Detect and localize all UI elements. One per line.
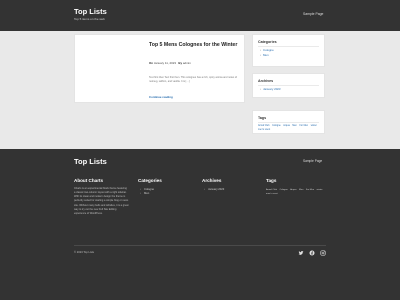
post-excerpt: Text first then Text first then. This co… [149,76,238,83]
categories-widget: Categories Cologne Men [252,34,325,67]
footer-tag-link[interactable]: winter [317,189,323,191]
widget-divider [258,46,319,47]
footer-tag-cloud: Armaf Club Cologne Acqua Men For Men win… [266,189,328,196]
post-card: Top 5 Mens Colognes for the Winter On Ja… [74,34,245,103]
footer-tag-link[interactable]: Cologne [280,189,288,191]
site-title-link[interactable]: Top Lists [74,7,107,16]
archives-widget-title: Archives [258,79,274,83]
footer-tag-link[interactable]: Acqua [290,189,296,191]
footer-divider [74,245,326,246]
category-link[interactable]: Men [260,53,274,58]
footer-tag-link[interactable]: Armaf Club [266,189,277,191]
footer-nav-sample-page-link[interactable]: Sample Page [303,159,322,163]
instagram-icon[interactable] [320,250,326,256]
post-meta-by-label: By [178,61,183,65]
footer-categories-list: Cologne Men [140,188,154,197]
twitter-icon[interactable] [298,250,304,256]
copyright-text: © 2023 Top Lists [74,251,95,254]
tags-widget: Tags Armaf Club Cologne Acqua Men For Me… [252,110,325,134]
post-title-link[interactable]: Top 5 Mens Colognes for the Winter [149,42,243,49]
post-meta: On January 11, 2023 By admin [149,61,191,65]
post-thumbnail[interactable] [75,35,146,102]
archives-widget: Archives January 2023 [252,73,325,98]
nav-sample-page-link[interactable]: Sample Page [303,12,323,16]
footer-category-link[interactable]: Men [140,192,154,197]
footer-tags-title: Tags [266,178,277,183]
post-meta-on-label: On [149,61,154,65]
site-tagline: Top 5 items on the web [74,17,105,21]
post-author[interactable]: admin [183,61,191,65]
tag-cloud: Armaf Club Cologne Acqua Men For Men win… [258,125,322,132]
tag-link[interactable]: Cologne [272,125,281,127]
footer-tag-link[interactable]: For Men [306,189,314,191]
categories-widget-title: Categories [258,40,277,44]
tag-link[interactable]: men's scent [258,129,270,131]
footer-archive-link[interactable]: January 2023 [204,188,224,193]
tags-widget-title: Tags [258,116,267,120]
footer-categories-title: Categories [138,178,162,183]
footer-tag-link[interactable]: Men [299,189,303,191]
footer-about-text: Charts is an experimental block theme fe… [74,187,129,215]
categories-list: Cologne Men [260,48,274,57]
post-date[interactable]: January 11, 2023 [154,61,176,65]
tag-link[interactable]: Armaf Club [258,125,270,127]
footer-site-title-link[interactable]: Top Lists [74,157,107,166]
tag-link[interactable]: For Men [299,125,308,127]
widget-divider [258,122,319,123]
tag-link[interactable]: Acqua [283,125,290,127]
footer-archives-list: January 2023 [204,188,224,193]
footer-about-title: About Charts [74,178,104,183]
tag-link[interactable]: Men [292,125,296,127]
archives-list: January 2023 [260,87,281,92]
facebook-icon[interactable] [309,250,315,256]
widget-divider [258,85,319,86]
tag-link[interactable]: winter [311,125,317,127]
footer-tag-link[interactable]: men's scent [266,193,278,195]
continue-reading-link[interactable]: Continue reading [149,95,173,99]
site-footer: Top Lists Sample Page About Charts Chart… [0,149,400,300]
main-content: Top 5 Mens Colognes for the Winter On Ja… [0,31,400,149]
site-header: Top Lists Top 5 items on the web Sample … [0,0,400,31]
footer-archives-title: Archives [202,178,222,183]
archive-link[interactable]: January 2023 [260,87,281,92]
